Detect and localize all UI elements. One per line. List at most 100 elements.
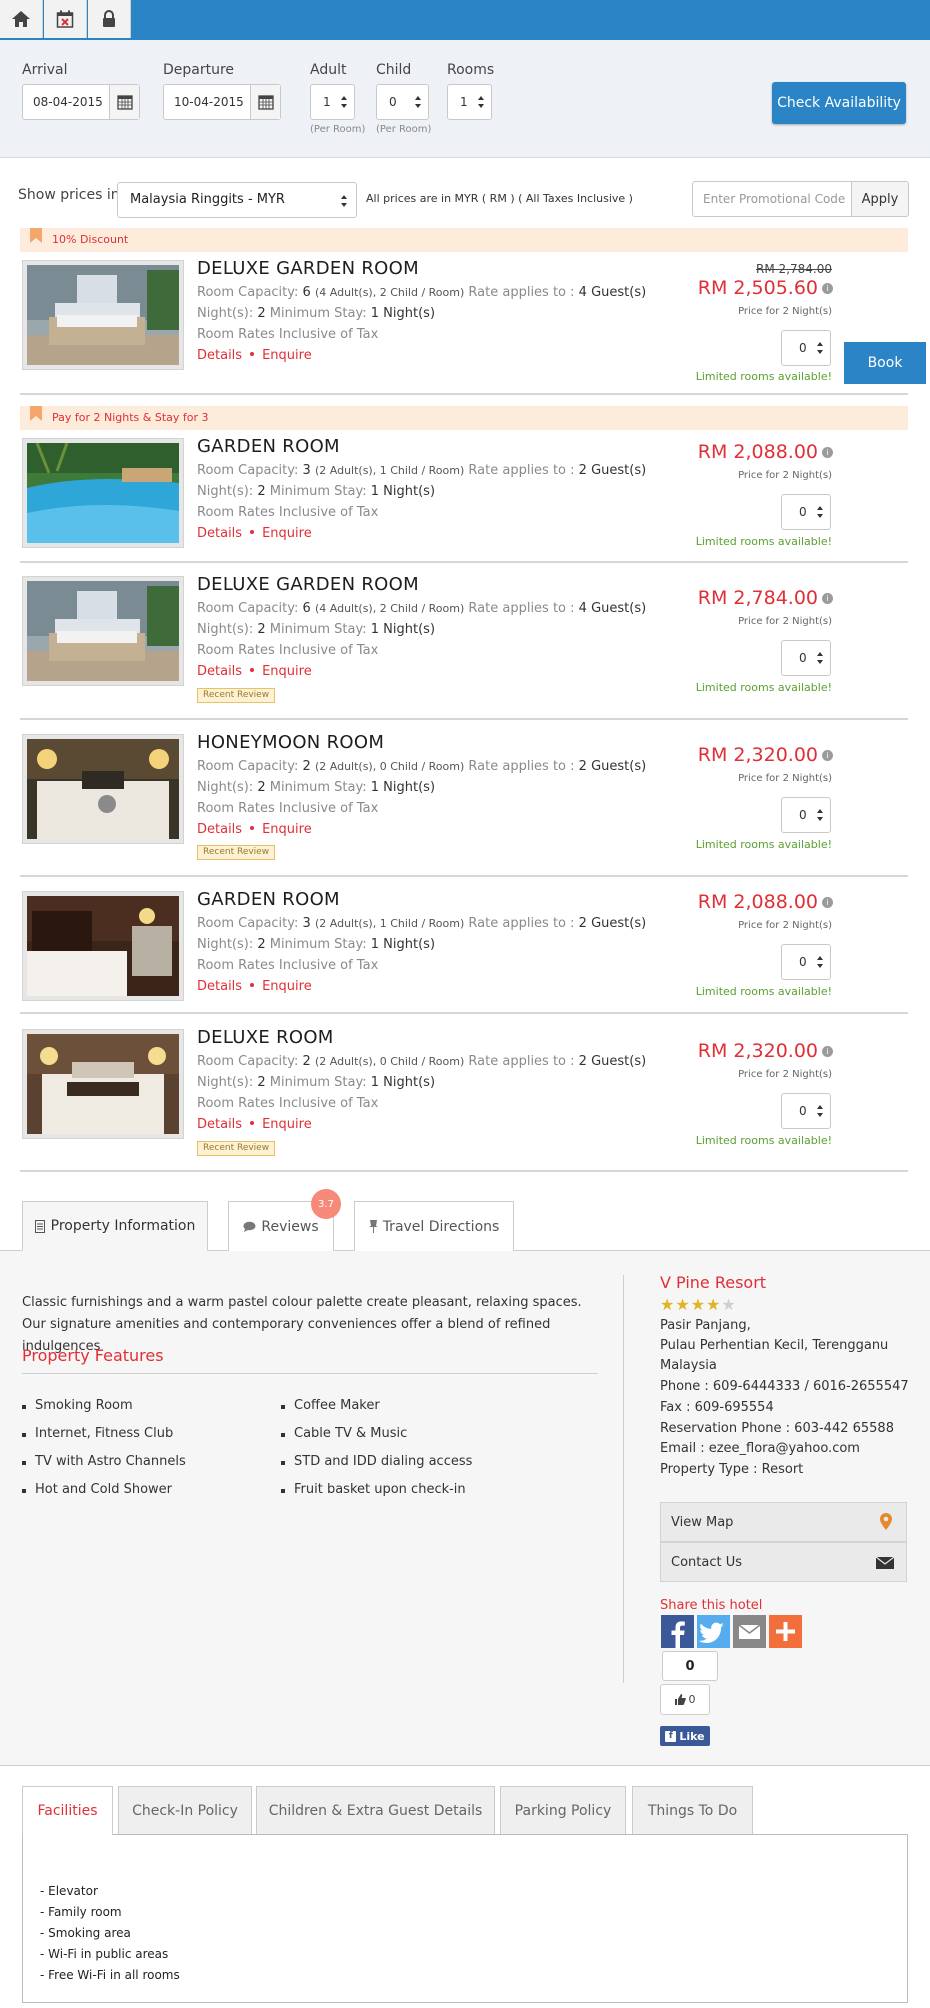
tab-property-information[interactable]: Property Information <box>22 1201 208 1251</box>
divider <box>20 1170 908 1172</box>
tab-facilities[interactable]: Facilities <box>22 1786 113 1835</box>
facility-item: - Elevator <box>40 1884 98 1898</box>
enquire-link[interactable]: Enquire <box>262 348 312 363</box>
more-share-button[interactable] <box>769 1615 802 1648</box>
adult-select[interactable]: 1 <box>310 84 355 120</box>
child-select[interactable]: 0 <box>376 84 429 120</box>
room-photo[interactable] <box>22 260 184 370</box>
tab-travel-directions[interactable]: Travel Directions <box>354 1201 514 1251</box>
home-button[interactable] <box>0 0 43 38</box>
recent-review-badge[interactable]: Recent Review <box>197 688 276 703</box>
details-link[interactable]: Details <box>197 526 242 541</box>
enquire-link[interactable]: Enquire <box>262 822 312 837</box>
sort-arrows-icon <box>817 1105 823 1117</box>
like-count-button[interactable]: 0 <box>660 1684 710 1715</box>
book-button[interactable]: Book <box>844 342 926 384</box>
info-icon[interactable]: i <box>822 283 833 294</box>
arrival-label: Arrival <box>22 62 68 78</box>
rate-label: Rate applies to : <box>468 285 575 300</box>
review-rating-badge: 3.7 <box>311 1189 341 1219</box>
room-quantity-select[interactable]: 0 <box>781 640 831 676</box>
currency-selected: Malaysia Ringgits - MYR <box>130 192 285 207</box>
info-icon[interactable]: i <box>822 593 833 604</box>
rate-label: Rate applies to : <box>468 463 575 478</box>
calendar-icon <box>257 95 274 110</box>
room-capacity: Room Capacity: 3 (2 Adult(s), 1 Child / … <box>197 463 646 478</box>
capacity-value: 2 <box>302 759 311 774</box>
details-link[interactable]: Details <box>197 979 242 994</box>
enquire-link[interactable]: Enquire <box>262 979 312 994</box>
room-quantity-select[interactable]: 0 <box>781 494 831 530</box>
room-price: RM 2,320.00 <box>697 744 818 766</box>
room-name: GARDEN ROOM <box>197 889 340 910</box>
email-share-button[interactable] <box>733 1615 766 1648</box>
facebook-like-button[interactable]: f Like <box>660 1726 710 1746</box>
details-link[interactable]: Details <box>197 664 242 679</box>
room-photo[interactable] <box>22 576 184 686</box>
feature-item: Smoking Room <box>22 1398 133 1413</box>
rooms-select[interactable]: 1 <box>447 84 492 120</box>
details-link[interactable]: Details <box>197 1117 242 1132</box>
promo-code-input[interactable]: Enter Promotional Code <box>692 181 852 217</box>
quantity-value: 0 <box>799 651 807 665</box>
room-quantity-select[interactable]: 0 <box>781 944 831 980</box>
child-per-room: (Per Room) <box>376 124 432 135</box>
enquire-link[interactable]: Enquire <box>262 664 312 679</box>
min-stay-label: Minimum Stay: <box>269 780 367 795</box>
contact-us-button[interactable]: Contact Us <box>660 1542 907 1582</box>
tab-parking-policy[interactable]: Parking Policy <box>500 1786 626 1835</box>
room-nights: Night(s): 2 Minimum Stay: 1 Night(s) <box>197 1075 435 1090</box>
min-stay-label: Minimum Stay: <box>269 1075 367 1090</box>
tab-children-extra-guest[interactable]: Children & Extra Guest Details <box>256 1786 495 1835</box>
view-map-button[interactable]: View Map <box>660 1502 907 1542</box>
room-quantity-select[interactable]: 0 <box>781 1093 831 1129</box>
comments-icon <box>243 1221 256 1232</box>
facility-item: - Wi-Fi in public areas <box>40 1947 169 1961</box>
envelope-icon <box>738 1624 761 1639</box>
min-stay-label: Minimum Stay: <box>269 484 367 499</box>
login-button[interactable] <box>88 0 131 38</box>
check-availability-button[interactable]: Check Availability <box>772 82 906 124</box>
sort-arrows-icon <box>817 956 823 968</box>
tab-label: Travel Directions <box>382 1218 500 1235</box>
room-quantity-select[interactable]: 0 <box>781 797 831 833</box>
recent-review-badge[interactable]: Recent Review <box>197 845 276 860</box>
tab-things-to-do[interactable]: Things To Do <box>632 1786 753 1835</box>
sort-arrows-icon <box>415 96 421 108</box>
arrival-calendar-button[interactable] <box>109 85 139 119</box>
bedroom-photo-icon <box>27 265 179 365</box>
details-link[interactable]: Details <box>197 822 242 837</box>
hotel-email: Email : ezee_flora@yahoo.com <box>660 1441 860 1456</box>
enquire-link[interactable]: Enquire <box>262 526 312 541</box>
price-note: Price for 2 Night(s) <box>738 920 832 931</box>
room-photo[interactable] <box>22 1029 184 1139</box>
recent-review-badge[interactable]: Recent Review <box>197 1141 276 1156</box>
tab-check-in-policy[interactable]: Check-In Policy <box>118 1786 252 1835</box>
room-price: RM 2,320.00 <box>697 1040 818 1062</box>
star-icon: ★ <box>706 1295 722 1314</box>
departure-calendar-button[interactable] <box>250 85 280 119</box>
room-links: Details Enquire <box>197 348 312 363</box>
arrival-date-input[interactable]: 08-04-2015 <box>22 84 140 120</box>
facebook-share-button[interactable] <box>661 1615 694 1648</box>
guests-value: 2 Guest(s) <box>578 916 647 931</box>
details-link[interactable]: Details <box>197 348 242 363</box>
capacity-label: Room Capacity: <box>197 1054 299 1069</box>
info-icon[interactable]: i <box>822 750 833 761</box>
enquire-link[interactable]: Enquire <box>262 1117 312 1132</box>
twitter-share-button[interactable] <box>697 1615 730 1648</box>
room-photo[interactable] <box>22 891 184 1001</box>
room-photo[interactable] <box>22 438 184 548</box>
rate-label: Rate applies to : <box>468 759 575 774</box>
room-quantity-select[interactable]: 0 <box>781 330 831 366</box>
capacity-label: Room Capacity: <box>197 285 299 300</box>
info-icon[interactable]: i <box>822 1046 833 1057</box>
info-icon[interactable]: i <box>822 447 833 458</box>
apply-promo-button[interactable]: Apply <box>851 181 909 217</box>
room-photo[interactable] <box>22 734 184 844</box>
info-icon[interactable]: i <box>822 897 833 908</box>
currency-select[interactable]: Malaysia Ringgits - MYR <box>117 182 357 218</box>
bookmark-icon <box>30 406 42 421</box>
departure-date-input[interactable]: 10-04-2015 <box>163 84 281 120</box>
cancel-booking-button[interactable] <box>44 0 87 38</box>
